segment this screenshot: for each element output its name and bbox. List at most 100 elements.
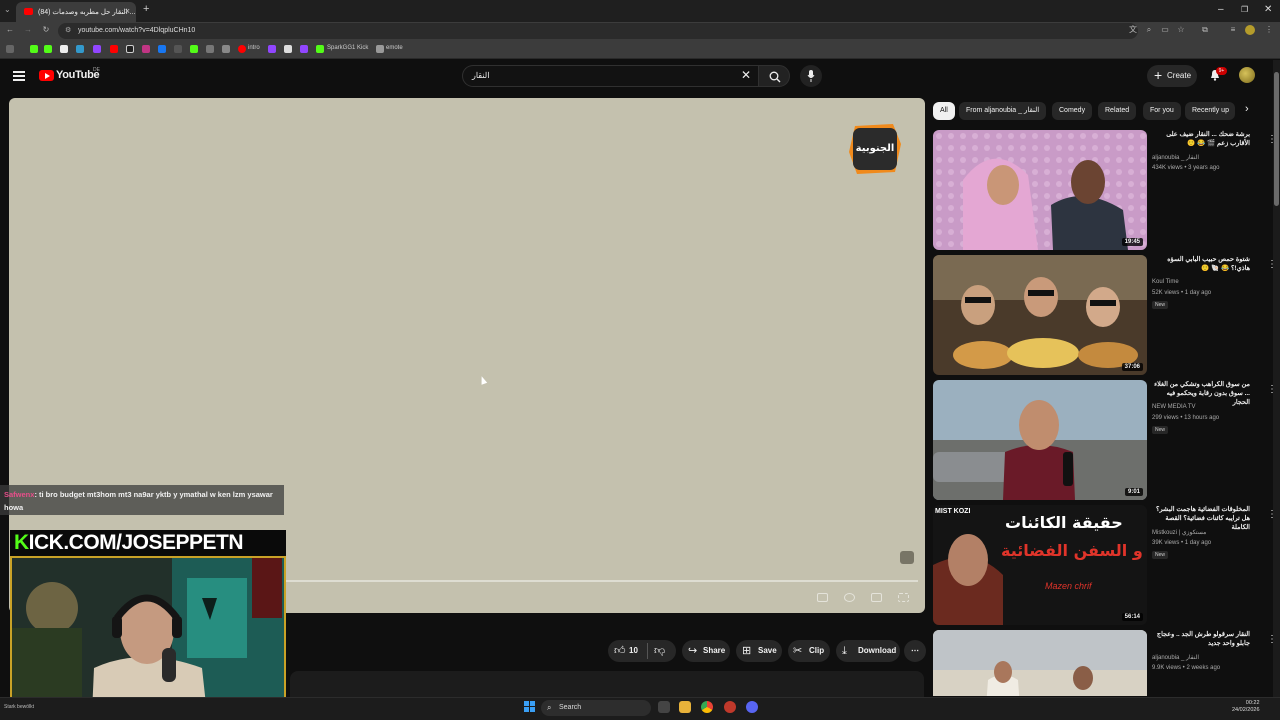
channel-name[interactable]: Koul Time	[1152, 279, 1179, 285]
chevron-right-icon[interactable]: ›	[1245, 103, 1249, 115]
bookmark-icon[interactable]	[174, 45, 182, 53]
tab-search-icon[interactable]: ⌄	[4, 5, 11, 14]
video-title[interactable]: المخلوقات الفضائية هاجمت البشر؟ هل ترايب…	[1152, 505, 1250, 532]
bookmark-icon[interactable]	[316, 45, 324, 53]
menu-icon[interactable]	[13, 71, 25, 81]
clear-search-icon[interactable]: ✕	[741, 68, 751, 82]
channel-name[interactable]: aljanoubia _ النقار	[1152, 154, 1199, 161]
channel-name[interactable]: aljanoubia _ النقار	[1152, 654, 1199, 661]
recommended-video[interactable]: 9:01 من سوق الكراهب وتشكي من الغلاء ... …	[933, 380, 1277, 500]
bookmark-star-icon[interactable]: ☆	[1176, 25, 1186, 35]
clip-button[interactable]: ✂ Clip	[788, 640, 830, 662]
bookmark-icon[interactable]	[44, 45, 52, 53]
bookmark-icon[interactable]	[300, 45, 308, 53]
video-thumbnail[interactable]: 37:06	[933, 255, 1147, 375]
reload-icon[interactable]: ↻	[41, 25, 51, 35]
zoom-icon[interactable]: ⌕	[1144, 25, 1154, 35]
weather-widget[interactable]: Stark bewölkt	[4, 704, 34, 710]
cast-icon[interactable]: ▭	[1160, 25, 1170, 35]
chip-recently-uploaded[interactable]: Recently up	[1185, 102, 1235, 120]
bookmark-emote[interactable]: emote	[386, 45, 403, 51]
minimize-icon[interactable]: –	[1218, 4, 1224, 15]
chip-related[interactable]: Related	[1098, 102, 1137, 120]
video-thumbnail[interactable]: 9:01	[933, 380, 1147, 500]
tiktok-bookmark-icon[interactable]	[126, 45, 134, 53]
new-tab-icon[interactable]: +	[143, 3, 149, 15]
bookmark-icon[interactable]	[268, 45, 276, 53]
dislike-icon[interactable]: 👎︎	[654, 640, 665, 662]
video-thumbnail[interactable]: MIST KOZI حقيقة الكائنات و السفن الفضائي…	[933, 505, 1147, 625]
chrome-taskbar-icon[interactable]	[701, 701, 713, 713]
youtube-logo-icon[interactable]	[39, 70, 54, 81]
bookmark-icon[interactable]	[190, 45, 198, 53]
save-button[interactable]: ⊞ Save	[736, 640, 782, 662]
twitch-bookmark-icon[interactable]	[93, 45, 101, 53]
site-info-icon[interactable]: ⚙	[65, 26, 71, 34]
facebook-bookmark-icon[interactable]	[158, 45, 166, 53]
bookmark-icon[interactable]	[76, 45, 84, 53]
extensions-icon[interactable]: ⧉	[1200, 25, 1210, 35]
recommended-video[interactable]: MIST KOZI حقيقة الكائنات و السفن الفضائي…	[933, 505, 1277, 625]
like-count[interactable]: 10	[629, 640, 638, 662]
search-input[interactable]	[462, 65, 758, 87]
chip-comedy[interactable]: Comedy	[1052, 102, 1093, 120]
settings-gear-icon[interactable]	[844, 593, 855, 602]
close-tab-icon[interactable]: ×	[125, 6, 130, 16]
chip-for-you[interactable]: For you	[1143, 102, 1181, 120]
bookmark-icon[interactable]	[206, 45, 214, 53]
channel-name[interactable]: NEW MEDIA TV	[1152, 404, 1196, 410]
maximize-icon[interactable]: ❐	[1241, 5, 1248, 14]
share-button[interactable]: ↪ Share	[682, 640, 730, 662]
instagram-bookmark-icon[interactable]	[142, 45, 150, 53]
search-button[interactable]	[758, 65, 790, 87]
close-window-icon[interactable]: ✕	[1264, 4, 1272, 15]
app-taskbar-icon[interactable]	[724, 701, 736, 713]
video-thumbnail[interactable]: 19:45	[933, 130, 1147, 250]
chrome-menu-icon[interactable]: ⋮	[1264, 25, 1274, 35]
bookmark-intro[interactable]: intro	[248, 45, 260, 51]
translate-icon[interactable]: 文	[1128, 25, 1138, 35]
bookmark-sparkgg1[interactable]: SparkGG1 Kick	[327, 45, 368, 51]
windows-start-icon[interactable]	[524, 701, 535, 712]
subtitles-icon[interactable]	[817, 593, 828, 602]
address-bar[interactable]: ⚙ youtube.com/watch?v=4DlqpluCHn10	[58, 23, 1138, 39]
voice-search-button[interactable]	[800, 65, 822, 87]
discord-taskbar-icon[interactable]	[746, 701, 758, 713]
taskbar-search-input[interactable]: ⌕ Search	[541, 700, 651, 716]
chip-all[interactable]: All	[933, 102, 955, 120]
chip-from-channel[interactable]: From aljanoubia _ النقار	[959, 102, 1047, 120]
back-icon[interactable]: ←	[5, 25, 15, 35]
file-explorer-icon[interactable]	[679, 701, 691, 713]
video-title[interactable]: شتوة حمص حبيب البابي السؤه هاذي!؟ 😂 🐚 🙂	[1152, 255, 1250, 273]
channel-branding-icon[interactable]	[900, 551, 914, 564]
recommended-video[interactable]: 19:45 برشة ضحك ... النقار ضيف على الأقار…	[933, 130, 1277, 250]
system-clock[interactable]: 00:22 24/02/2026	[1232, 700, 1260, 714]
video-title[interactable]: برشة ضحك ... النقار ضيف على الأقارب زعم …	[1152, 130, 1250, 148]
apps-icon[interactable]	[6, 45, 14, 53]
task-view-icon[interactable]	[658, 701, 670, 713]
youtube-bookmark-icon[interactable]	[110, 45, 118, 53]
recommended-video[interactable]: النقار سرقولو طرش الجد .. وعجاج جابلو وا…	[933, 630, 1273, 696]
bookmark-icon[interactable]	[60, 45, 68, 53]
media-controls-icon[interactable]: ≡	[1228, 25, 1238, 35]
like-icon[interactable]: 👍︎	[614, 640, 626, 662]
forward-icon[interactable]: →	[23, 25, 33, 35]
video-title[interactable]: النقار سرقولو طرش الجد .. وعجاج جابلو وا…	[1152, 630, 1250, 648]
account-avatar[interactable]	[1239, 67, 1255, 83]
create-button[interactable]: + Create	[1147, 65, 1197, 87]
bookmark-icon[interactable]	[376, 45, 384, 53]
channel-name[interactable]: Mistkouzi | مستكوزي	[1152, 529, 1206, 536]
video-thumbnail[interactable]	[933, 630, 1147, 696]
scrollbar-thumb[interactable]	[1274, 72, 1279, 206]
kick-bookmark-icon[interactable]	[30, 45, 38, 53]
browser-tab-active[interactable]: (84) النقار حل مطربه وصدمات ... ×	[16, 2, 136, 22]
intro-bookmark-icon[interactable]	[238, 45, 246, 53]
profile-icon[interactable]	[1245, 25, 1255, 35]
download-button[interactable]: ⤓ Download	[836, 640, 900, 662]
fullscreen-icon[interactable]	[898, 593, 909, 602]
bookmark-icon[interactable]	[222, 45, 230, 53]
video-title[interactable]: من سوق الكراهب وتشكي من الغلاء ... سوق ب…	[1152, 380, 1250, 407]
bookmark-icon[interactable]	[284, 45, 292, 53]
recommended-video[interactable]: 37:06 شتوة حمص حبيب البابي السؤه هاذي!؟ …	[933, 255, 1277, 375]
more-actions-button[interactable]: ⋯	[904, 640, 926, 662]
